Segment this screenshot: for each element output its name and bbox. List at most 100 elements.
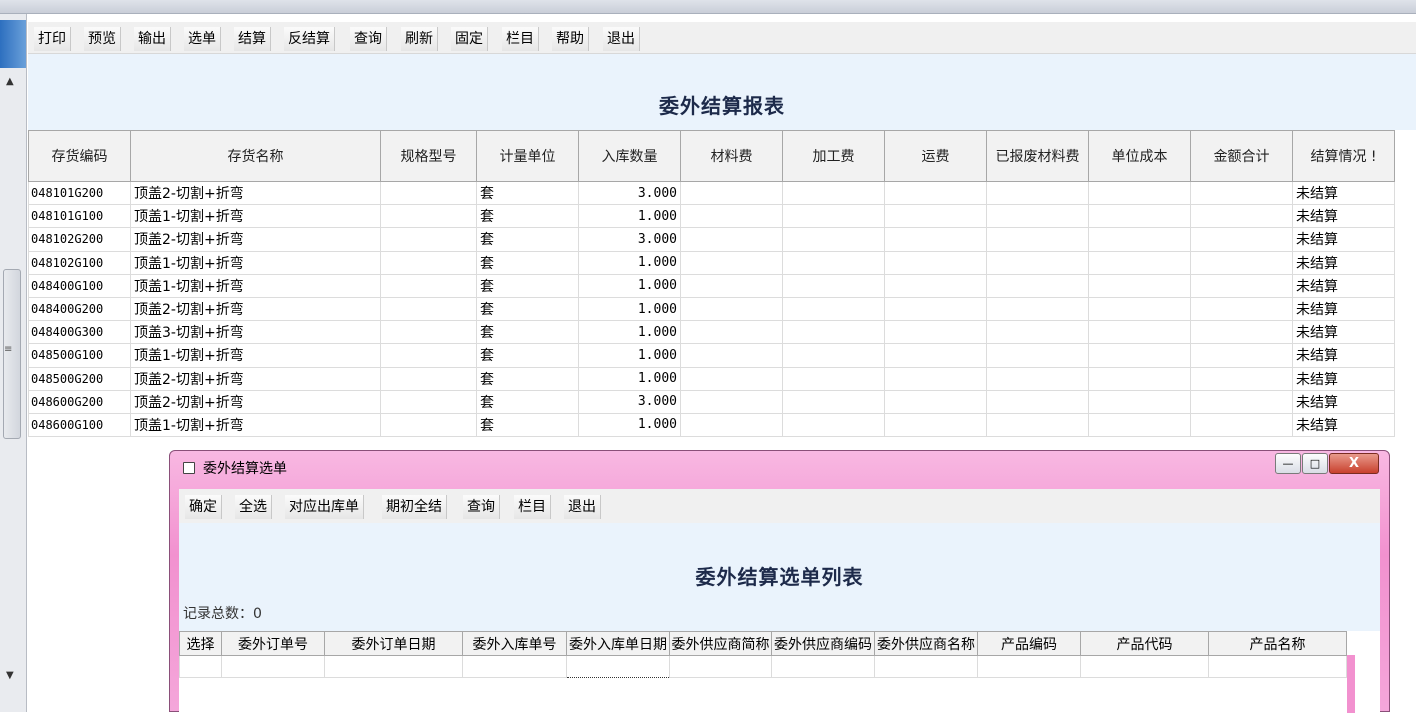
unit-cell[interactable]: 套: [476, 389, 579, 414]
unit-cell[interactable]: 套: [476, 296, 579, 322]
initial-settle-button[interactable]: 期初全结: [382, 495, 447, 519]
matching-outbound-button[interactable]: 对应出库单: [285, 495, 364, 519]
processing-fee-cell[interactable]: [782, 412, 885, 438]
scrapped-material-fee-cell[interactable]: [986, 273, 1089, 298]
freight-cell[interactable]: [884, 320, 987, 345]
table-cell[interactable]: [324, 655, 463, 678]
table-row[interactable]: 048102G100 顶盖1-切割+折弯 套 1.000 未结算: [28, 250, 1395, 275]
quantity-cell[interactable]: 1.000: [578, 204, 681, 229]
settlement-status-cell[interactable]: 未结算: [1292, 296, 1395, 322]
refresh-button[interactable]: 刷新: [401, 27, 438, 51]
quantity-cell[interactable]: 3.000: [578, 227, 681, 252]
table-cell[interactable]: [462, 655, 567, 678]
columns-button[interactable]: 栏目: [502, 27, 539, 51]
amount-total-cell[interactable]: [1190, 250, 1293, 275]
spec-cell[interactable]: [380, 412, 477, 438]
material-fee-cell[interactable]: [680, 227, 783, 252]
amount-total-cell[interactable]: [1190, 180, 1293, 206]
scrapped-material-fee-cell[interactable]: [986, 343, 1089, 368]
material-fee-cell[interactable]: [680, 250, 783, 275]
item-code-cell[interactable]: 048500G200: [28, 366, 131, 391]
material-fee-cell[interactable]: [680, 389, 783, 414]
unit-cost-cell[interactable]: [1088, 366, 1191, 391]
material-fee-cell[interactable]: [680, 343, 783, 368]
settlement-status-cell[interactable]: 未结算: [1292, 227, 1395, 252]
processing-fee-cell[interactable]: [782, 366, 885, 391]
settlement-status-cell[interactable]: 未结算: [1292, 412, 1395, 438]
minimize-button[interactable]: —: [1275, 453, 1301, 474]
processing-fee-cell[interactable]: [782, 273, 885, 298]
amount-total-cell[interactable]: [1190, 273, 1293, 298]
item-code-cell[interactable]: 048101G200: [28, 180, 131, 206]
unit-cell[interactable]: 套: [476, 204, 579, 229]
processing-fee-cell[interactable]: [782, 320, 885, 345]
item-name-cell[interactable]: 顶盖1-切割+折弯: [130, 343, 381, 368]
processing-fee-cell[interactable]: [782, 389, 885, 414]
column-header[interactable]: 委外入库单日期: [566, 631, 670, 656]
processing-fee-cell[interactable]: [782, 250, 885, 275]
scrapped-material-fee-cell[interactable]: [986, 320, 1089, 345]
freight-cell[interactable]: [884, 273, 987, 298]
column-header[interactable]: 产品编码: [977, 631, 1081, 656]
item-name-cell[interactable]: 顶盖2-切割+折弯: [130, 227, 381, 252]
table-row[interactable]: 048102G200 顶盖2-切割+折弯 套 3.000 未结算: [28, 227, 1395, 252]
settlement-status-cell[interactable]: 未结算: [1292, 250, 1395, 275]
table-cell[interactable]: [179, 655, 222, 678]
unit-cost-cell[interactable]: [1088, 320, 1191, 345]
unit-cell[interactable]: 套: [476, 180, 579, 206]
unit-cost-cell[interactable]: [1088, 180, 1191, 206]
item-name-cell[interactable]: 顶盖1-切割+折弯: [130, 412, 381, 438]
column-header[interactable]: 运费: [884, 130, 987, 182]
unit-cost-cell[interactable]: [1088, 412, 1191, 438]
print-button[interactable]: 打印: [34, 27, 71, 51]
scrapped-material-fee-cell[interactable]: [986, 296, 1089, 322]
column-header[interactable]: 产品名称: [1208, 631, 1347, 656]
table-row[interactable]: 048600G100 顶盖1-切割+折弯 套 1.000 未结算: [28, 412, 1395, 438]
spec-cell[interactable]: [380, 204, 477, 229]
close-button[interactable]: X: [1329, 453, 1379, 474]
table-cell[interactable]: [874, 655, 978, 678]
confirm-button[interactable]: 确定: [185, 495, 222, 519]
scroll-up-arrow-icon[interactable]: ▲: [6, 76, 14, 87]
scrapped-material-fee-cell[interactable]: [986, 250, 1089, 275]
item-code-cell[interactable]: 048102G200: [28, 227, 131, 252]
select-all-button[interactable]: 全选: [235, 495, 272, 519]
processing-fee-cell[interactable]: [782, 204, 885, 229]
preview-button[interactable]: 预览: [84, 27, 121, 51]
amount-total-cell[interactable]: [1190, 343, 1293, 368]
left-vertical-scrollbar[interactable]: ▲ ≡ ▼: [0, 14, 27, 712]
column-header[interactable]: 委外订单日期: [324, 631, 463, 656]
column-header[interactable]: 存货编码: [28, 130, 131, 182]
settlement-status-cell[interactable]: 未结算: [1292, 320, 1395, 345]
table-cell[interactable]: [1208, 655, 1347, 678]
table-cell[interactable]: [221, 655, 325, 678]
freight-cell[interactable]: [884, 343, 987, 368]
settlement-status-cell[interactable]: 未结算: [1292, 366, 1395, 391]
unit-cell[interactable]: 套: [476, 250, 579, 275]
table-cell[interactable]: [977, 655, 1081, 678]
empty-table-row[interactable]: [179, 655, 1347, 678]
column-header[interactable]: 存货名称: [130, 130, 381, 182]
settlement-status-cell[interactable]: 未结算: [1292, 343, 1395, 368]
item-code-cell[interactable]: 048102G100: [28, 250, 131, 275]
freight-cell[interactable]: [884, 412, 987, 438]
column-header[interactable]: 已报废材料费: [986, 130, 1089, 182]
unit-cost-cell[interactable]: [1088, 273, 1191, 298]
spec-cell[interactable]: [380, 180, 477, 206]
material-fee-cell[interactable]: [680, 412, 783, 438]
freight-cell[interactable]: [884, 250, 987, 275]
unit-cell[interactable]: 套: [476, 366, 579, 391]
column-header[interactable]: 产品代码: [1080, 631, 1209, 656]
processing-fee-cell[interactable]: [782, 296, 885, 322]
spec-cell[interactable]: [380, 227, 477, 252]
column-header[interactable]: 加工费: [782, 130, 885, 182]
item-code-cell[interactable]: 048600G200: [28, 389, 131, 414]
item-code-cell[interactable]: 048400G200: [28, 296, 131, 322]
maximize-button[interactable]: □: [1302, 453, 1328, 474]
freight-cell[interactable]: [884, 204, 987, 229]
item-name-cell[interactable]: 顶盖2-切割+折弯: [130, 389, 381, 414]
table-row[interactable]: 048101G100 顶盖1-切割+折弯 套 1.000 未结算: [28, 204, 1395, 229]
exit-button[interactable]: 退出: [603, 27, 640, 51]
scrapped-material-fee-cell[interactable]: [986, 366, 1089, 391]
column-header[interactable]: 选择: [179, 631, 222, 656]
